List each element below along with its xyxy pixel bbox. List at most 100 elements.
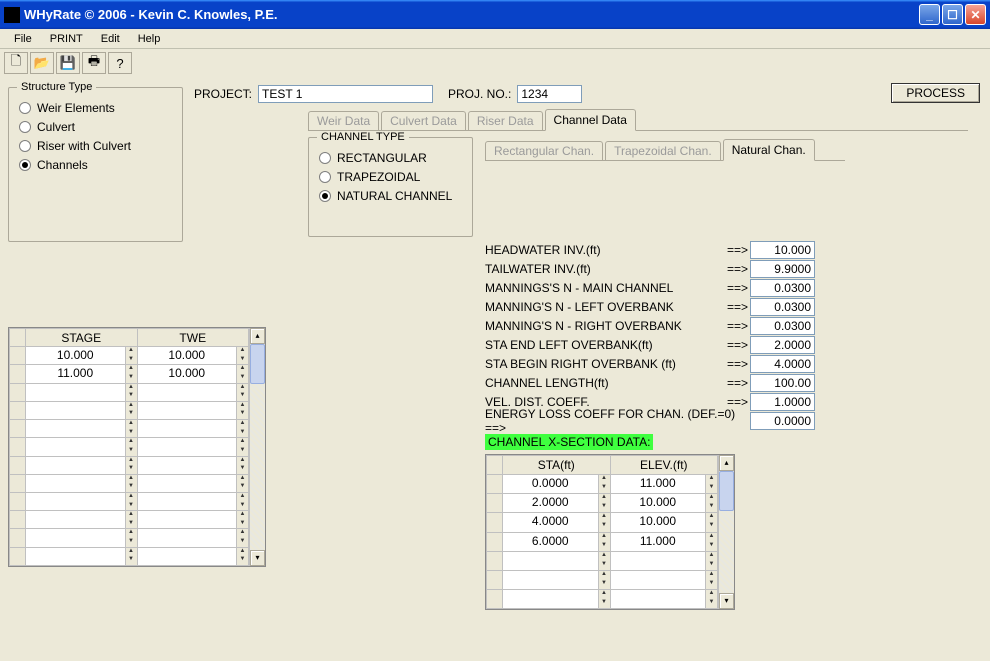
grid-cell[interactable]: ▲▼: [26, 401, 138, 419]
menu-file[interactable]: File: [6, 31, 40, 47]
channel-type-radio-2[interactable]: [319, 190, 331, 202]
param-input-8[interactable]: [750, 393, 815, 411]
xsection-scrollbar[interactable]: ▴ ▾: [718, 455, 734, 609]
structure-type-radio-1[interactable]: [19, 121, 31, 133]
grid-cell[interactable]: ▲▼: [137, 383, 249, 401]
row-header[interactable]: [10, 438, 26, 456]
structure-type-radio-2[interactable]: [19, 140, 31, 152]
project-input[interactable]: [258, 85, 433, 103]
menu-help[interactable]: Help: [130, 31, 169, 47]
grid-cell[interactable]: 6.0000▲▼: [503, 532, 611, 551]
structure-type-radio-3[interactable]: [19, 159, 31, 171]
grid-cell[interactable]: ▲▼: [137, 438, 249, 456]
grid-cell[interactable]: 2.0000▲▼: [503, 494, 611, 513]
param-input-6[interactable]: [750, 355, 815, 373]
grid-cell[interactable]: ▲▼: [26, 529, 138, 547]
structure-type-option-1[interactable]: Culvert: [19, 120, 172, 134]
grid-cell[interactable]: ▲▼: [610, 589, 718, 608]
grid-cell[interactable]: 11.000▲▼: [26, 365, 138, 383]
grid-cell[interactable]: ▲▼: [503, 589, 611, 608]
row-header[interactable]: [10, 347, 26, 365]
row-header[interactable]: [487, 475, 503, 494]
channel-type-option-1[interactable]: TRAPEZOIDAL: [319, 170, 462, 184]
row-header[interactable]: [10, 456, 26, 474]
maximize-button[interactable]: ☐: [942, 4, 963, 25]
param-input-1[interactable]: [750, 260, 815, 278]
xsection-grid[interactable]: STA(ft)ELEV.(ft)0.0000▲▼11.000▲▼2.0000▲▼…: [485, 454, 735, 610]
row-header[interactable]: [10, 492, 26, 510]
row-header[interactable]: [10, 420, 26, 438]
row-header[interactable]: [487, 532, 503, 551]
grid-cell[interactable]: ▲▼: [26, 456, 138, 474]
print-button[interactable]: 🖶: [82, 52, 106, 74]
grid-cell[interactable]: ▲▼: [26, 511, 138, 529]
channel-tab-2[interactable]: Natural Chan.: [723, 139, 815, 161]
menu-edit[interactable]: Edit: [93, 31, 128, 47]
grid-cell[interactable]: 11.000▲▼: [610, 475, 718, 494]
grid-cell[interactable]: ▲▼: [137, 529, 249, 547]
param-input-9[interactable]: [750, 412, 815, 430]
channel-type-option-2[interactable]: NATURAL CHANNEL: [319, 189, 462, 203]
grid-cell[interactable]: 10.000▲▼: [137, 365, 249, 383]
grid-cell[interactable]: 0.0000▲▼: [503, 475, 611, 494]
grid-cell[interactable]: ▲▼: [610, 551, 718, 570]
row-header[interactable]: [487, 589, 503, 608]
new-button[interactable]: 🗋: [4, 52, 28, 74]
grid-cell[interactable]: ▲▼: [137, 420, 249, 438]
channel-type-radio-1[interactable]: [319, 171, 331, 183]
structure-type-option-0[interactable]: Weir Elements: [19, 101, 172, 115]
grid-cell[interactable]: 11.000▲▼: [610, 532, 718, 551]
grid-cell[interactable]: ▲▼: [26, 547, 138, 565]
grid-cell[interactable]: ▲▼: [137, 456, 249, 474]
scroll-up-button[interactable]: ▴: [250, 328, 265, 344]
stage-twe-scrollbar[interactable]: ▴ ▾: [249, 328, 265, 566]
grid-cell[interactable]: ▲▼: [26, 492, 138, 510]
grid-cell[interactable]: ▲▼: [610, 570, 718, 589]
grid-cell[interactable]: 10.000▲▼: [26, 347, 138, 365]
channel-type-option-0[interactable]: RECTANGULAR: [319, 151, 462, 165]
menu-print[interactable]: PRINT: [42, 31, 91, 47]
grid-cell[interactable]: 4.0000▲▼: [503, 513, 611, 532]
projno-input[interactable]: [517, 85, 582, 103]
process-button[interactable]: PROCESS: [891, 83, 980, 103]
param-input-3[interactable]: [750, 298, 815, 316]
grid-cell[interactable]: ▲▼: [137, 401, 249, 419]
param-input-0[interactable]: [750, 241, 815, 259]
scroll-up-button[interactable]: ▴: [719, 455, 734, 471]
grid-cell[interactable]: ▲▼: [26, 474, 138, 492]
row-header[interactable]: [487, 494, 503, 513]
structure-type-radio-0[interactable]: [19, 102, 31, 114]
channel-type-radio-0[interactable]: [319, 152, 331, 164]
param-input-4[interactable]: [750, 317, 815, 335]
structure-type-option-2[interactable]: Riser with Culvert: [19, 139, 172, 153]
grid-cell[interactable]: 10.000▲▼: [610, 513, 718, 532]
row-header[interactable]: [487, 513, 503, 532]
row-header[interactable]: [10, 547, 26, 565]
param-input-2[interactable]: [750, 279, 815, 297]
structure-type-option-3[interactable]: Channels: [19, 158, 172, 172]
grid-cell[interactable]: ▲▼: [137, 492, 249, 510]
grid-cell[interactable]: ▲▼: [503, 551, 611, 570]
close-button[interactable]: ✕: [965, 4, 986, 25]
grid-cell[interactable]: ▲▼: [503, 570, 611, 589]
row-header[interactable]: [10, 511, 26, 529]
row-header[interactable]: [487, 551, 503, 570]
open-button[interactable]: 📂: [30, 52, 54, 74]
grid-cell[interactable]: 10.000▲▼: [610, 494, 718, 513]
grid-cell[interactable]: 10.000▲▼: [137, 347, 249, 365]
grid-cell[interactable]: ▲▼: [26, 438, 138, 456]
grid-cell[interactable]: ▲▼: [137, 511, 249, 529]
row-header[interactable]: [10, 474, 26, 492]
row-header[interactable]: [10, 529, 26, 547]
grid-cell[interactable]: ▲▼: [137, 547, 249, 565]
row-header[interactable]: [487, 570, 503, 589]
param-input-7[interactable]: [750, 374, 815, 392]
param-input-5[interactable]: [750, 336, 815, 354]
grid-cell[interactable]: ▲▼: [26, 420, 138, 438]
scroll-down-button[interactable]: ▾: [250, 550, 265, 566]
scroll-down-button[interactable]: ▾: [719, 593, 734, 609]
row-header[interactable]: [10, 401, 26, 419]
save-button[interactable]: 💾: [56, 52, 80, 74]
main-tab-3[interactable]: Channel Data: [545, 109, 636, 131]
row-header[interactable]: [10, 365, 26, 383]
